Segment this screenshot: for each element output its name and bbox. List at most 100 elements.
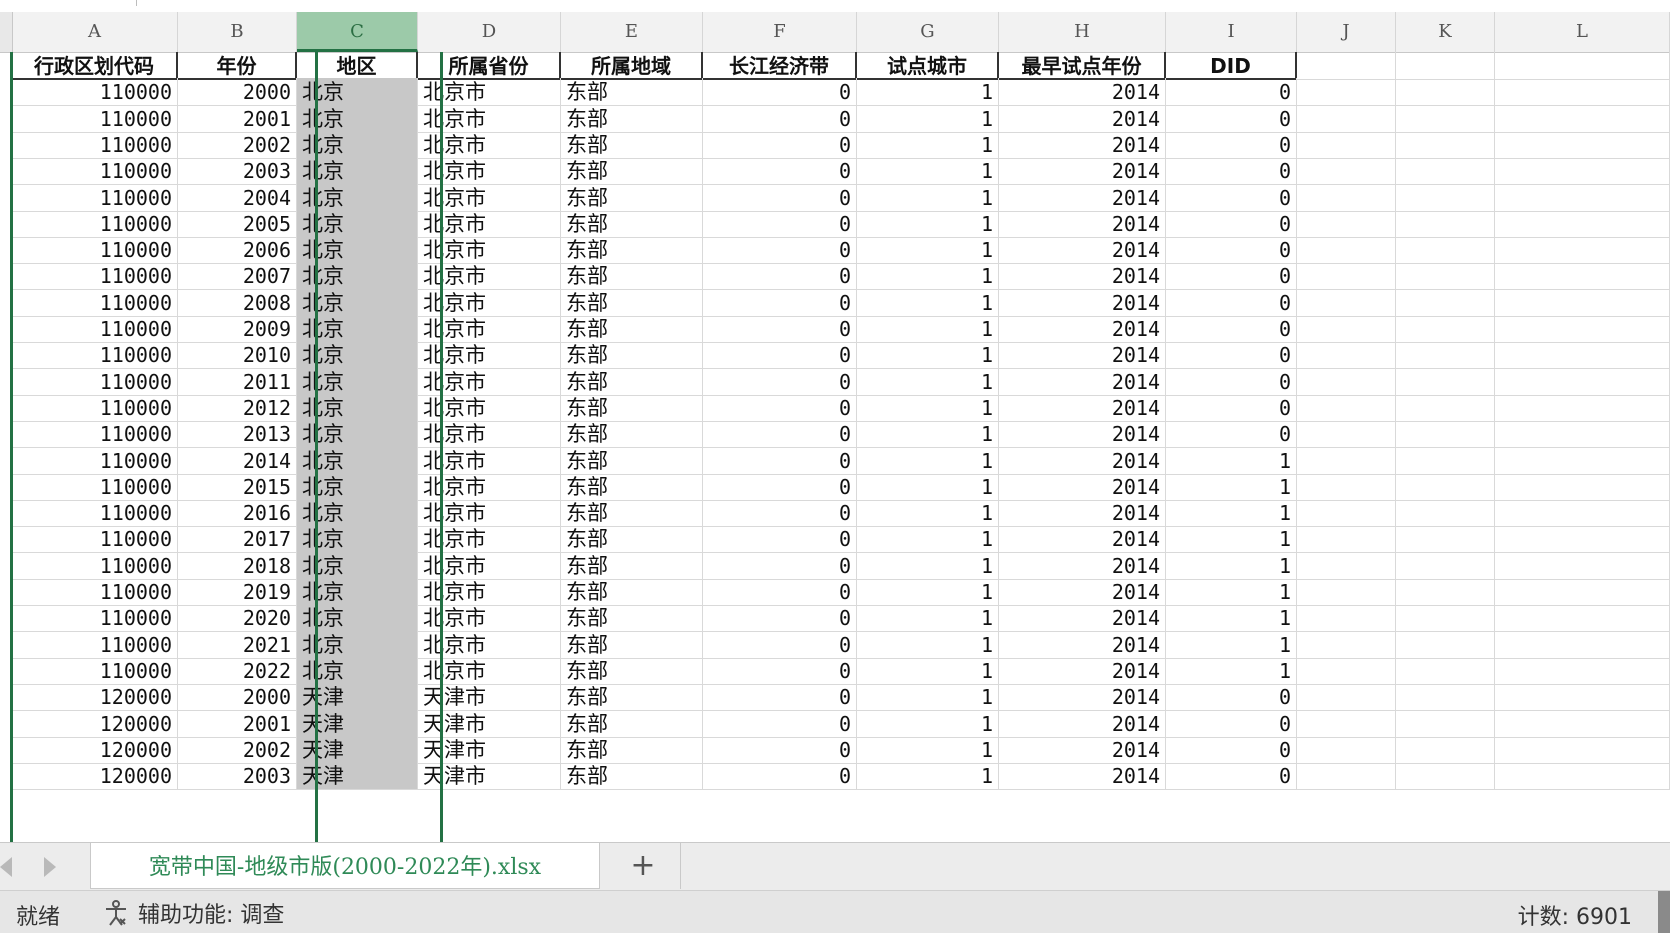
table-cell[interactable]: 东部 [561,735,703,764]
spreadsheet-grid[interactable]: ABCDEFGHIJKL 行政区划代码 年份 地区 所属省份 所属地域 长江经济带 试点城市… [0,12,1670,842]
table-cell[interactable]: 2014 [999,367,1166,396]
table-cell[interactable]: 2010 [178,341,297,370]
table-cell[interactable]: 北京 [297,499,418,528]
table-cell[interactable] [1297,709,1396,738]
table-cell[interactable]: 0 [703,551,857,580]
table-cell[interactable]: 110000 [12,367,178,396]
table-cell[interactable]: 北京市 [418,656,561,685]
table-cell[interactable] [1495,656,1670,685]
table-cell[interactable]: 1 [857,130,999,159]
table-cell[interactable]: 1 [1166,551,1297,580]
accessibility-status[interactable]: 辅助功能: 调查 [102,897,284,929]
table-cell[interactable]: 2014 [999,446,1166,475]
table-cell[interactable]: 2014 [999,78,1166,107]
table-cell[interactable]: 天津 [297,709,418,738]
table-cell[interactable]: 2019 [178,578,297,606]
table-cell[interactable]: 北京市 [418,393,561,422]
table-cell[interactable] [1297,315,1396,343]
table-cell[interactable]: 110000 [12,78,178,107]
table-cell[interactable]: 0 [1166,735,1297,764]
column-header-d[interactable]: D [418,12,561,52]
table-cell[interactable] [1297,578,1396,606]
table-cell[interactable]: 2014 [999,551,1166,580]
table-cell[interactable] [1396,683,1495,712]
table-cell[interactable]: 1 [857,472,999,501]
table-cell[interactable]: 北京 [297,393,418,422]
table-cell[interactable] [1297,130,1396,159]
table-cell[interactable]: 天津市 [418,735,561,764]
column-header-k[interactable]: K [1396,12,1495,52]
table-cell[interactable]: 110000 [12,315,178,343]
table-cell[interactable]: 北京 [297,367,418,396]
table-cell[interactable] [1495,104,1670,133]
table-cell[interactable]: 北京市 [418,578,561,606]
table-cell[interactable] [1396,104,1495,133]
table-cell[interactable]: 1 [857,262,999,291]
table-cell[interactable] [1297,262,1396,291]
table-cell[interactable] [1396,183,1495,212]
table-cell[interactable] [1297,341,1396,370]
table-cell[interactable]: 天津市 [418,683,561,712]
header-cell[interactable] [1297,52,1396,80]
table-cell[interactable]: 2004 [178,183,297,212]
table-cell[interactable] [1396,578,1495,606]
table-cell[interactable] [1495,341,1670,370]
table-cell[interactable]: 110000 [12,236,178,265]
table-cell[interactable]: 0 [703,420,857,449]
sheet-tab[interactable]: 宽带中国-地级市版(2000-2022年).xlsx [90,843,600,889]
table-cell[interactable]: 1 [857,236,999,265]
table-cell[interactable]: 东部 [561,551,703,580]
table-cell[interactable]: 0 [1166,262,1297,291]
table-cell[interactable]: 北京 [297,209,418,238]
table-cell[interactable]: 北京 [297,525,418,554]
table-cell[interactable]: 东部 [561,183,703,212]
column-header-h[interactable]: H [999,12,1166,52]
table-cell[interactable]: 0 [703,472,857,501]
table-cell[interactable]: 天津市 [418,762,561,791]
table-cell[interactable]: 北京市 [418,104,561,133]
column-header-j[interactable]: J [1297,12,1396,52]
table-cell[interactable]: 1 [857,78,999,107]
table-cell[interactable] [1495,472,1670,501]
table-cell[interactable]: 110000 [12,630,178,659]
column-header-a[interactable]: A [12,12,178,52]
table-cell[interactable] [1297,472,1396,501]
table-cell[interactable]: 1 [857,209,999,238]
table-cell[interactable]: 120000 [12,735,178,764]
table-cell[interactable]: 110000 [12,262,178,291]
table-cell[interactable]: 北京 [297,604,418,633]
table-cell[interactable] [1495,551,1670,580]
table-cell[interactable]: 1 [857,341,999,370]
table-cell[interactable]: 0 [1166,78,1297,107]
table-cell[interactable] [1495,709,1670,738]
table-cell[interactable]: 1 [857,709,999,738]
table-cell[interactable]: 1 [857,288,999,317]
table-cell[interactable]: 2001 [178,709,297,738]
table-cell[interactable]: 东部 [561,262,703,291]
table-cell[interactable]: 北京 [297,420,418,449]
table-cell[interactable] [1495,499,1670,528]
header-cell[interactable] [1396,52,1495,80]
table-cell[interactable]: 1 [1166,472,1297,501]
table-cell[interactable] [1396,341,1495,370]
table-cell[interactable]: 2014 [999,604,1166,633]
table-cell[interactable] [1495,236,1670,265]
table-cell[interactable]: 0 [1166,130,1297,159]
table-cell[interactable]: 北京市 [418,446,561,475]
table-cell[interactable]: 2014 [999,525,1166,554]
table-cell[interactable]: 2003 [178,157,297,186]
table-cell[interactable]: 北京市 [418,262,561,291]
table-cell[interactable]: 2014 [999,341,1166,370]
table-cell[interactable]: 1 [1166,525,1297,554]
table-cell[interactable]: 东部 [561,420,703,449]
table-cell[interactable] [1396,551,1495,580]
table-cell[interactable]: 0 [1166,762,1297,791]
table-cell[interactable]: 2001 [178,104,297,133]
table-cell[interactable]: 2014 [999,762,1166,791]
table-cell[interactable] [1297,104,1396,133]
table-cell[interactable]: 2008 [178,288,297,317]
table-cell[interactable] [1495,683,1670,712]
table-cell[interactable] [1495,288,1670,317]
table-cell[interactable]: 东部 [561,236,703,265]
table-cell[interactable]: 北京 [297,446,418,475]
